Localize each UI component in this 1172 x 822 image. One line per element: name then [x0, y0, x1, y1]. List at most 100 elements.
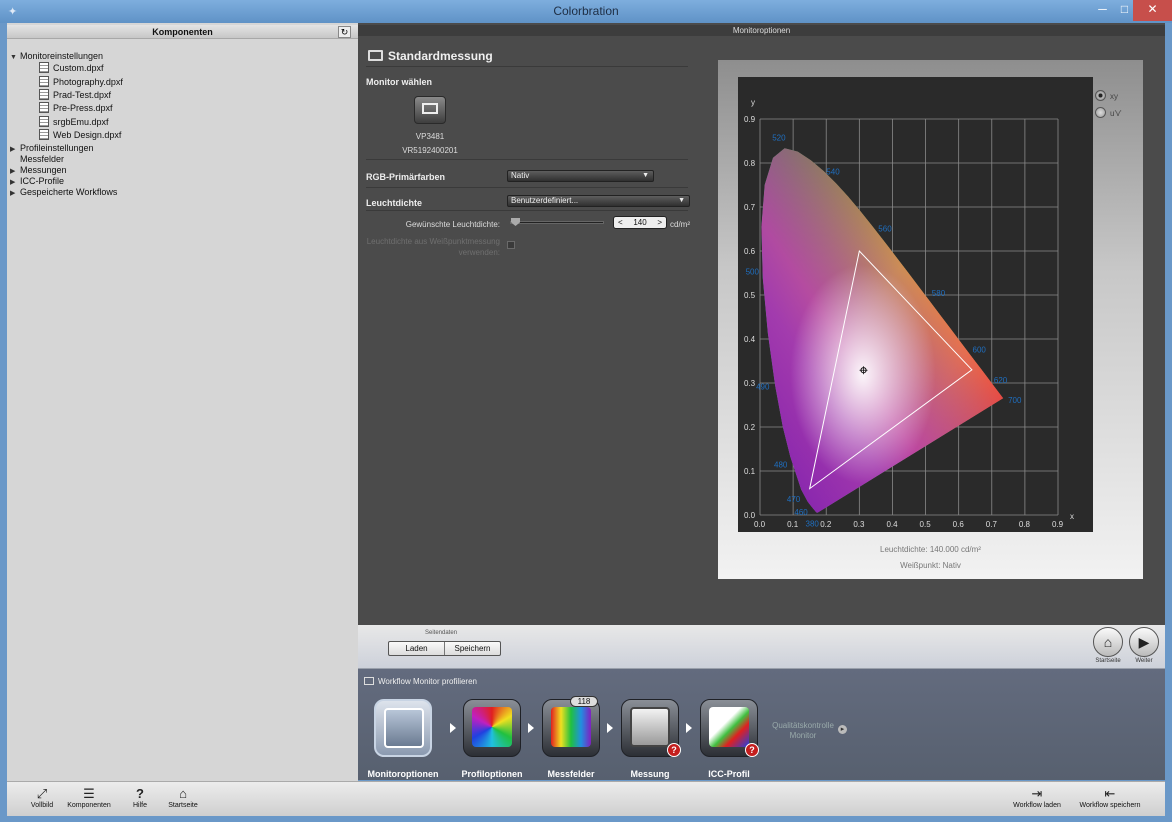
tree-item[interactable]: ▼ Monitoreinstellungen: [7, 51, 103, 63]
components-button[interactable]: ☰ Komponenten: [63, 786, 115, 809]
luminance-input[interactable]: 140: [633, 218, 646, 227]
save-workflow-button[interactable]: ⇤ Workflow speichern: [1073, 786, 1147, 809]
luminance-slider-handle[interactable]: [511, 218, 520, 226]
file-icon: [39, 62, 49, 74]
step-arrow-icon: [686, 723, 692, 733]
window-title: Colorbration: [553, 4, 619, 18]
tree-file-label: Web Design.dpxf: [53, 130, 122, 141]
tree-item[interactable]: ▶ ICC-Profile: [7, 176, 64, 188]
whitepoint-luminance-label-2: verwenden:: [458, 248, 500, 257]
expand-arrow-icon[interactable]: ▶: [10, 189, 20, 197]
increment-icon[interactable]: >: [657, 217, 662, 228]
step-arrow-icon: [607, 723, 613, 733]
radio-xy[interactable]: [1095, 90, 1106, 101]
quality-control-label-1: Qualitätskontrolle: [772, 721, 834, 730]
step-arrow-icon: [450, 723, 456, 733]
save-workflow-label: Workflow speichern: [1079, 802, 1141, 809]
workflow-panel: Workflow Monitor profilieren 118 ? ? Qua…: [358, 668, 1165, 780]
load-button[interactable]: Laden: [389, 642, 445, 655]
tree-item[interactable]: Messfelder: [7, 154, 64, 166]
tree-file-item[interactable]: srgbEmu.dpxf: [39, 115, 109, 128]
tree-file-label: Custom.dpxf: [53, 63, 104, 74]
tree-file-item[interactable]: Custom.dpxf: [39, 62, 104, 74]
fullscreen-button[interactable]: ⤢ Vollbild: [27, 786, 57, 809]
help-icon: ?: [136, 786, 144, 801]
components-panel: Komponenten ↻ ▼ Monitoreinstellungen Custo…: [7, 23, 358, 781]
luminance-dropdown[interactable]: Benutzerdefiniert... ▼: [507, 195, 690, 207]
quality-control-label[interactable]: Qualitätskontrolle Monitor: [768, 721, 838, 741]
collapse-arrow-icon[interactable]: ▼: [10, 54, 20, 61]
help-label: Hilfe: [132, 802, 147, 809]
next-button[interactable]: ▶: [1129, 627, 1159, 657]
tree-item[interactable]: ▶ Profileinstellungen: [7, 143, 94, 155]
step-messfelder[interactable]: [542, 699, 600, 757]
tree-item[interactable]: ▶ Messungen: [7, 165, 67, 177]
save-button[interactable]: Speichern: [445, 642, 500, 655]
luminance-slider-track[interactable]: [510, 221, 604, 224]
home-icon: ⌂: [1103, 634, 1113, 650]
step-label-messung: Messung: [630, 769, 670, 779]
question-icon: ?: [745, 743, 759, 757]
wavelength-label: 600: [973, 345, 987, 354]
icc-profile-icon: [709, 707, 749, 747]
wavelength-label: 520: [772, 133, 786, 142]
expand-arrow-icon[interactable]: ▶: [10, 145, 20, 153]
refresh-button[interactable]: ↻: [338, 26, 351, 38]
home-label: Startseite: [1095, 658, 1121, 664]
tree-file-item[interactable]: Prad-Test.dpxf: [39, 89, 111, 101]
tree-file-item[interactable]: Web Design.dpxf: [39, 129, 121, 141]
radio-uv[interactable]: [1095, 107, 1106, 118]
file-icon: [39, 102, 49, 114]
close-button[interactable]: ✕: [1133, 0, 1172, 21]
tree-item[interactable]: ▶ Gespeicherte Workflows: [7, 187, 117, 199]
y-axis-label: y: [751, 98, 755, 107]
step-profiloptionen[interactable]: [463, 699, 521, 757]
load-workflow-label: Workflow laden: [1013, 802, 1061, 809]
desired-luminance-label: Gewünschte Leuchtdichte:: [405, 220, 500, 229]
x-tick-label: 0.3: [853, 520, 865, 529]
x-tick-label: 0.8: [1019, 520, 1031, 529]
whitepoint-luminance-checkbox[interactable]: [507, 241, 515, 249]
chromaticity-chart-panel: 380 460 470 480 490 500 520 540 560 580 600 620 700 …: [718, 60, 1143, 579]
home-button[interactable]: ⌂: [1093, 627, 1123, 657]
tree-item-label: Gespeicherte Workflows: [20, 187, 118, 198]
play-icon: ▶: [1138, 634, 1150, 650]
tree-item-label: Messfelder: [20, 153, 65, 164]
home-icon: ⌂: [179, 786, 187, 801]
expand-arrow-icon[interactable]: ▶: [10, 178, 20, 186]
wavelength-label: 460: [794, 508, 808, 517]
maximize-button[interactable]: □: [1116, 0, 1133, 21]
y-tick-label: 0.0: [744, 511, 756, 520]
step-label-monitoroptionen: Monitoroptionen: [367, 769, 439, 779]
tree-file-item[interactable]: Photography.dpxf: [39, 75, 123, 88]
luminance-stepper[interactable]: < 140 >: [613, 216, 667, 229]
tree-file-label: Prad-Test.dpxf: [53, 90, 112, 100]
help-button[interactable]: ? Hilfe: [127, 786, 153, 809]
decrement-icon[interactable]: <: [618, 217, 623, 228]
wavelength-label: 490: [756, 383, 770, 392]
chevron-down-icon: ▼: [678, 197, 685, 204]
y-tick-label: 0.7: [744, 203, 756, 212]
rgb-primaries-label: RGB-Primärfarben: [366, 172, 446, 182]
quality-control-arrow-icon[interactable]: ▸: [838, 725, 847, 734]
load-workflow-icon: ⇥: [1031, 786, 1043, 801]
monitor-select-tile[interactable]: [414, 96, 446, 124]
workflow-title: Workflow Monitor profilieren: [378, 677, 477, 686]
step-monitoroptionen[interactable]: [374, 699, 432, 757]
radio-uv-label: u'v': [1110, 109, 1122, 118]
step-label-messfelder: Messfelder: [547, 769, 595, 779]
start-page-button[interactable]: ⌂ Startseite: [165, 786, 201, 809]
load-workflow-button[interactable]: ⇥ Workflow laden: [1005, 786, 1069, 809]
wavelength-label: 700: [1008, 396, 1022, 405]
wavelength-label: 580: [932, 289, 946, 298]
y-tick-label: 0.8: [744, 159, 756, 168]
expand-arrow-icon[interactable]: ▶: [10, 167, 20, 175]
fullscreen-icon: ⤢: [36, 786, 48, 801]
y-tick-label: 0.3: [744, 379, 756, 388]
rgb-primaries-value: Nativ: [511, 171, 530, 180]
tree-file-item[interactable]: Pre-Press.dpxf: [39, 102, 113, 114]
rgb-primaries-dropdown[interactable]: Nativ ▼: [507, 170, 654, 182]
monitor-settings-icon: [384, 708, 424, 748]
wavelength-label: 540: [826, 167, 840, 176]
minimize-button[interactable]: ─: [1089, 0, 1116, 21]
